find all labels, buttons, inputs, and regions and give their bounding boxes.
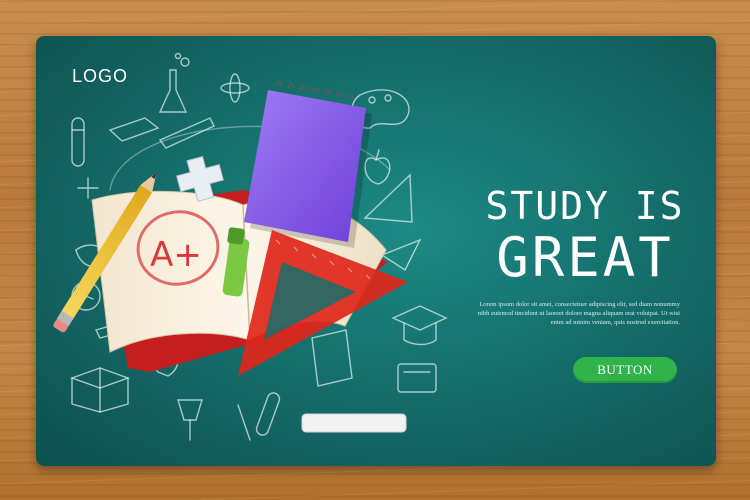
logo[interactable]: LOGO bbox=[72, 66, 128, 87]
spiral-notebook bbox=[244, 81, 372, 248]
hero-body-text: Lorem ipsum dolor sit amet, consectetuer… bbox=[477, 301, 680, 326]
cta-button[interactable]: BUTTON bbox=[573, 357, 677, 383]
hero-title-line2: GREAT bbox=[496, 226, 674, 289]
chalk-stick bbox=[301, 413, 407, 433]
hero-title-line1: STUDY IS bbox=[485, 184, 685, 228]
grade-text: A+ bbox=[150, 235, 202, 275]
